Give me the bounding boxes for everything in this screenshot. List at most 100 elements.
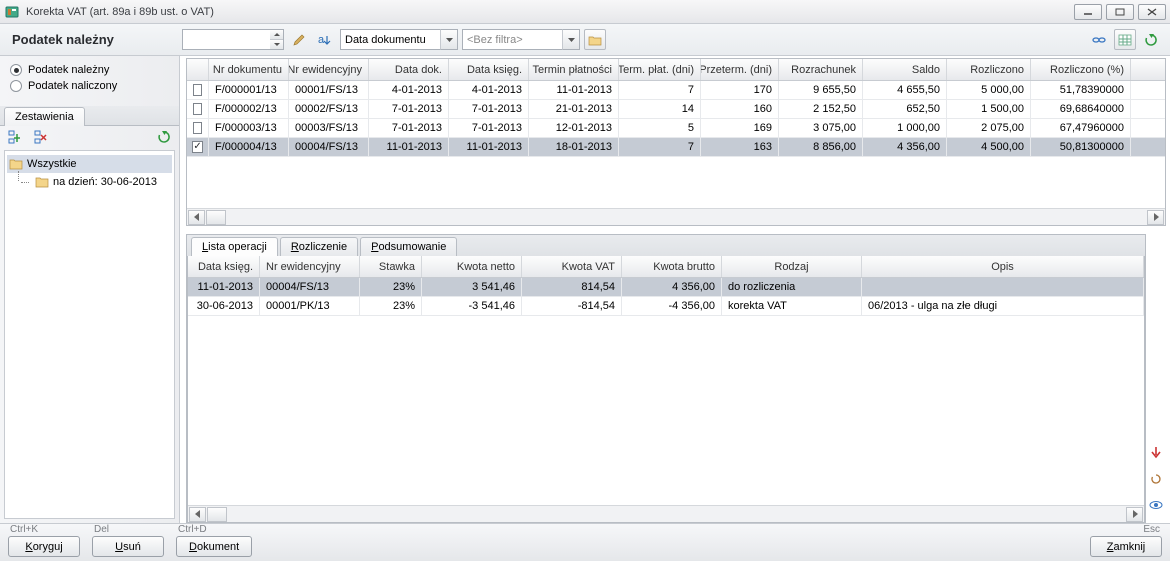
table-row[interactable]: 11-01-201300004/FS/1323%3 541,46814,544 … <box>188 278 1144 297</box>
grid-hscrollbar[interactable] <box>187 208 1165 225</box>
row-checkbox[interactable] <box>187 81 209 99</box>
cell-nrewid: 00002/FS/13 <box>289 100 369 118</box>
cell-brutto: 4 356,00 <box>622 278 722 296</box>
col-opis[interactable]: Opis <box>862 256 1144 277</box>
col-rozrach[interactable]: Rozrachunek <box>779 59 863 80</box>
koryguj-button[interactable]: Koryguj <box>8 536 80 557</box>
sort-icon[interactable]: a <box>314 29 336 50</box>
usun-button[interactable]: Usuń <box>92 536 164 557</box>
radio-icon <box>10 64 22 76</box>
arrow-down-red-icon[interactable] <box>1148 445 1164 461</box>
window-close-button[interactable] <box>1138 4 1166 20</box>
col-stawka[interactable]: Stawka <box>360 256 422 277</box>
cell-rodzaj: korekta VAT <box>722 297 862 315</box>
link-icon[interactable] <box>1088 29 1110 50</box>
scroll-left-icon[interactable] <box>189 507 206 522</box>
scroll-thumb[interactable] <box>206 210 226 225</box>
tree-refresh-icon[interactable] <box>153 127 175 148</box>
scroll-thumb[interactable] <box>207 507 227 522</box>
col-rozliczpct[interactable]: Rozliczono (%) <box>1031 59 1131 80</box>
col-brutto[interactable]: Kwota brutto <box>622 256 722 277</box>
tab-lista-operacji[interactable]: Lista operacji <box>191 237 278 256</box>
tree-remove-icon[interactable] <box>30 127 52 148</box>
cell-nrewid: 00004/FS/13 <box>260 278 360 296</box>
date-field-combo[interactable]: Data dokumentu <box>340 29 458 50</box>
cell-nrdok: F/000001/13 <box>209 81 289 99</box>
scroll-right-icon[interactable] <box>1147 210 1164 225</box>
window-maximize-button[interactable] <box>1106 4 1134 20</box>
cell-datadok: 11-01-2013 <box>369 138 449 156</box>
radio-podatek-nalezny[interactable]: Podatek należny <box>10 62 169 78</box>
cell-stawka: 23% <box>360 297 422 315</box>
tree-add-icon[interactable] <box>4 127 26 148</box>
eye-icon[interactable] <box>1148 497 1164 513</box>
col-netto[interactable]: Kwota netto <box>422 256 522 277</box>
tab-rozliczenie[interactable]: Rozliczenie <box>280 237 358 256</box>
tree-node-label: Wszystkie <box>27 158 77 170</box>
edit-pencil-icon[interactable] <box>288 29 310 50</box>
cell-opis <box>862 278 1144 296</box>
cell-brutto: -4 356,00 <box>622 297 722 315</box>
table-row[interactable]: F/000003/1300003/FS/137-01-20137-01-2013… <box>187 119 1165 138</box>
chevron-down-icon[interactable] <box>562 29 580 50</box>
cell-termdni: 7 <box>619 138 701 156</box>
table-row[interactable]: F/000002/1300002/FS/137-01-20137-01-2013… <box>187 100 1165 119</box>
zamknij-button[interactable]: Zamknij <box>1090 536 1162 557</box>
row-checkbox[interactable] <box>187 138 209 156</box>
tab-zestawienia[interactable]: Zestawienia <box>4 107 85 126</box>
table-view-icon[interactable] <box>1114 29 1136 50</box>
cell-rozliczpct: 69,68640000 <box>1031 100 1131 118</box>
section-title: Podatek należny <box>0 32 178 47</box>
table-row[interactable]: F/000004/1300004/FS/1311-01-201311-01-20… <box>187 138 1165 157</box>
col-vat[interactable]: Kwota VAT <box>522 256 622 277</box>
cell-nrewid: 00003/FS/13 <box>289 119 369 137</box>
row-checkbox[interactable] <box>187 100 209 118</box>
filter-combo[interactable]: <Bez filtra> <box>462 29 580 50</box>
col-termin[interactable]: Termin płatności <box>529 59 619 80</box>
cell-termin: 12-01-2013 <box>529 119 619 137</box>
col-datadok[interactable]: Data dok. <box>369 59 449 80</box>
tab-podsumowanie[interactable]: Podsumowanie <box>360 237 457 256</box>
col-rozlicz[interactable]: Rozliczono <box>947 59 1031 80</box>
cell-rozliczpct: 50,81300000 <box>1031 138 1131 156</box>
tree-root-all[interactable]: Wszystkie <box>7 155 172 173</box>
tree-view[interactable]: Wszystkie na dzień: 30-06-2013 <box>4 150 175 519</box>
cell-rozlicz: 2 075,00 <box>947 119 1031 137</box>
number-input-combo[interactable] <box>182 29 284 50</box>
col-dataksieg[interactable]: Data księg. <box>188 256 260 277</box>
col-rodzaj[interactable]: Rodzaj <box>722 256 862 277</box>
operations-grid[interactable]: Data księg. Nr ewidencyjny Stawka Kwota … <box>187 256 1145 523</box>
col-checkbox[interactable] <box>187 59 209 80</box>
col-termdni[interactable]: Term. płat. (dni) <box>619 59 701 80</box>
tree-node-date[interactable]: na dzień: 30-06-2013 <box>29 173 172 191</box>
table-row[interactable]: F/000001/1300001/FS/134-01-20134-01-2013… <box>187 81 1165 100</box>
radio-icon <box>10 80 22 92</box>
dokument-button[interactable]: Dokument <box>176 536 252 557</box>
scroll-left-icon[interactable] <box>188 210 205 225</box>
col-dataksieg[interactable]: Data księg. <box>449 59 529 80</box>
filter-placeholder: <Bez filtra> <box>462 29 562 50</box>
col-nrewid[interactable]: Nr ewidencyjny <box>289 59 369 80</box>
col-nrewid[interactable]: Nr ewidencyjny <box>260 256 360 277</box>
col-przeterm[interactable]: Przeterm. (dni) <box>701 59 779 80</box>
spin-down-icon[interactable] <box>270 40 283 49</box>
cell-nrdok: F/000003/13 <box>209 119 289 137</box>
documents-grid[interactable]: Nr dokumentu Nr ewidencyjny Data dok. Da… <box>186 58 1166 226</box>
cell-saldo: 1 000,00 <box>863 119 947 137</box>
radio-podatek-naliczony[interactable]: Podatek naliczony <box>10 78 169 94</box>
cell-datadok: 7-01-2013 <box>369 119 449 137</box>
col-nrdok[interactable]: Nr dokumentu <box>209 59 289 80</box>
table-row[interactable]: 30-06-201300001/PK/1323%-3 541,46-814,54… <box>188 297 1144 316</box>
scroll-right-icon[interactable] <box>1126 507 1143 522</box>
window-minimize-button[interactable] <box>1074 4 1102 20</box>
spin-up-icon[interactable] <box>270 30 283 40</box>
refresh-icon[interactable] <box>1140 29 1162 50</box>
grid-hscrollbar[interactable] <box>188 505 1144 522</box>
shortcut-hint: Ctrl+D <box>176 524 207 535</box>
cell-rozrach: 3 075,00 <box>779 119 863 137</box>
folder-open-icon[interactable] <box>584 29 606 50</box>
chevron-down-icon[interactable] <box>440 29 458 50</box>
refresh-small-icon[interactable] <box>1148 471 1164 487</box>
row-checkbox[interactable] <box>187 119 209 137</box>
col-saldo[interactable]: Saldo <box>863 59 947 80</box>
